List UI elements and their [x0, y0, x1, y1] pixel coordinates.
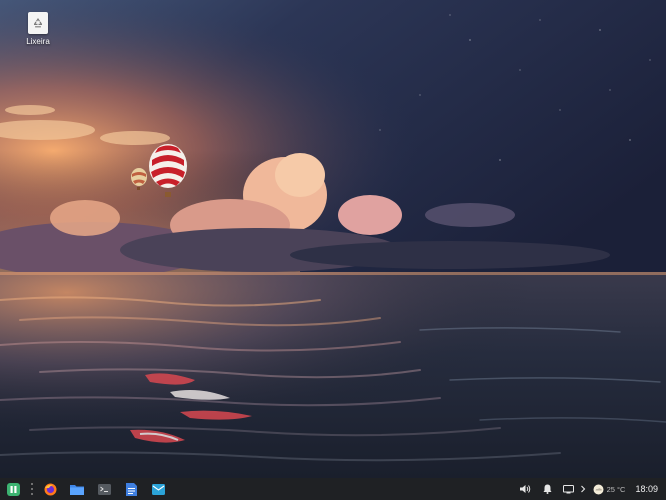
desktop: Lixeira — [0, 0, 666, 478]
display-button[interactable] — [562, 480, 574, 498]
text-editor-button[interactable] — [121, 480, 141, 498]
app-menu-icon — [6, 482, 20, 496]
trash-icon — [28, 12, 48, 34]
document-icon — [125, 482, 137, 496]
temperature-label: 25 °C — [606, 484, 626, 494]
volume-button[interactable] — [519, 480, 531, 498]
weather-icon — [593, 484, 604, 494]
weather-widget[interactable]: 25 °C — [593, 480, 626, 498]
tray-expand-button[interactable] — [580, 480, 586, 498]
taskbar-separator — [30, 483, 34, 495]
mail-button[interactable] — [148, 480, 168, 498]
files-button[interactable] — [67, 480, 87, 498]
mail-icon — [151, 483, 165, 495]
clock[interactable]: 18:09 — [635, 480, 658, 498]
firefox-button[interactable] — [40, 480, 60, 498]
folder-icon — [70, 485, 84, 495]
app-menu-button[interactable] — [3, 480, 23, 498]
trash-desktop-icon[interactable]: Lixeira — [14, 12, 62, 46]
display-icon — [562, 484, 574, 493]
terminal-icon — [97, 483, 111, 495]
firefox-icon — [44, 483, 56, 495]
taskbar: 25 °C 18:09 — [0, 478, 666, 500]
terminal-button[interactable] — [94, 480, 114, 498]
bell-icon — [543, 484, 552, 494]
volume-icon — [519, 485, 530, 493]
notifications-button[interactable] — [543, 480, 552, 498]
wallpaper — [0, 0, 666, 478]
chevron-right-icon — [580, 485, 585, 493]
taskbar-launchers — [0, 478, 175, 500]
system-tray: 25 °C 18:09 — [512, 478, 666, 500]
trash-label: Lixeira — [26, 37, 50, 46]
